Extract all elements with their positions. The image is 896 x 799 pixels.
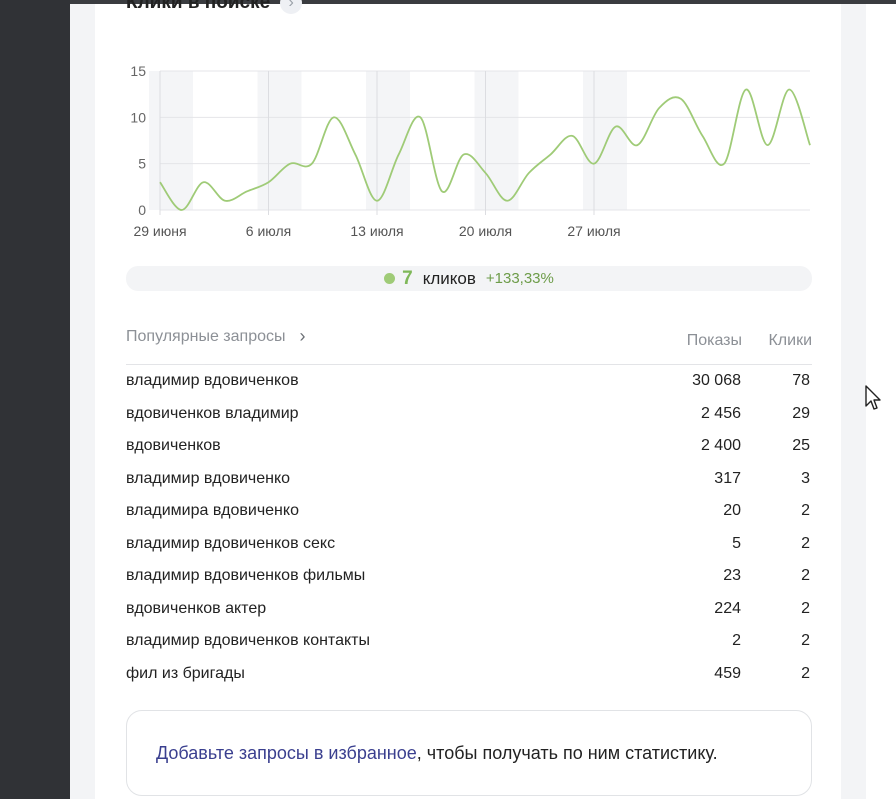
query-text: вдовиченков владимир (126, 404, 299, 422)
query-shows: 20 (723, 502, 741, 519)
query-text: владимир вдовиченко (126, 469, 291, 487)
table-row[interactable]: владимир вдовиченко 317 3 (126, 463, 812, 496)
query-shows: 317 (714, 469, 741, 487)
query-clicks: 2 (801, 664, 810, 682)
mouse-cursor-icon (865, 385, 881, 410)
table-row[interactable]: владимир вдовиченков контакты 2 2 (126, 625, 812, 658)
query-clicks: 3 (801, 469, 810, 487)
query-text: вдовиченков актер (126, 599, 267, 617)
weekend-band (257, 71, 302, 210)
query-shows: 30 068 (692, 372, 741, 389)
query-clicks: 2 (801, 502, 810, 519)
table-row[interactable]: владимир вдовиченков фильмы 23 2 (126, 560, 812, 593)
legend-dot-icon (384, 273, 396, 284)
query-shows: 2 400 (700, 437, 741, 454)
summary-unit: кликов (422, 268, 476, 288)
query-clicks: 2 (801, 567, 810, 584)
query-clicks: 2 (801, 599, 810, 617)
weekend-band (149, 71, 193, 210)
query-list: владимир вдовиченков 30 068 78 вдовиченк… (126, 365, 812, 690)
promo-rest-text: , чтобы получать по ним статистику. (416, 742, 718, 763)
query-shows: 459 (714, 664, 741, 682)
y-tick-label: 0 (138, 202, 146, 218)
query-shows: 224 (714, 599, 741, 617)
add-favorites-link[interactable]: Добавьте запросы в избранное (156, 743, 417, 763)
summary-bar: 7 кликов +133,33% (126, 266, 812, 291)
x-tick-label: 27 июля (567, 223, 620, 239)
query-text: владимир вдовиченков фильмы (126, 567, 366, 584)
chevron-right-icon[interactable]: › (280, 0, 303, 14)
query-clicks: 25 (792, 437, 810, 454)
table-row[interactable]: владимира вдовиченко 20 2 (126, 495, 812, 528)
promo-text: Добавьте запросы в избранное, чтобы полу… (156, 743, 718, 764)
query-clicks: 29 (792, 404, 810, 422)
y-tick-label: 15 (130, 63, 146, 79)
query-text: владимир вдовиченков контакты (126, 632, 370, 649)
query-shows: 5 (732, 534, 741, 552)
query-clicks: 2 (801, 632, 810, 649)
column-header-clicks[interactable]: Клики (768, 332, 812, 350)
table-row[interactable]: владимир вдовиченков секс 5 2 (126, 528, 812, 561)
table-row[interactable]: вдовиченков 2 400 25 (126, 430, 812, 463)
popular-queries-label: Популярные запросы (126, 327, 286, 345)
section-title: Клики в поиске (126, 0, 271, 13)
weekend-band (366, 71, 410, 210)
x-tick-label: 6 июля (246, 223, 291, 239)
summary-value: 7 (402, 267, 413, 289)
x-tick-label: 20 июля (459, 223, 512, 239)
section-header[interactable]: Клики в поиске › (126, 0, 303, 18)
y-tick-label: 10 (130, 109, 146, 125)
popular-queries-link[interactable]: Популярные запросы › (126, 326, 305, 347)
clicks-chart: 0 5 10 15 29 июня 6 июля 13 июля 20 июля 27 июл… (130, 63, 811, 239)
x-tick-label: 13 июля (350, 223, 403, 239)
query-text: фил из бригады (126, 664, 245, 682)
query-text: владимир вдовиченков (126, 372, 299, 389)
query-clicks: 2 (801, 534, 810, 552)
x-tick-label: 29 июня (133, 223, 186, 239)
query-clicks: 78 (792, 372, 810, 389)
favorites-promo: Добавьте запросы в избранное, чтобы полу… (126, 710, 812, 796)
table-row[interactable]: вдовиченков актер 224 2 (126, 593, 812, 626)
summary-change: +133,33% (485, 270, 554, 287)
query-text: владимира вдовиченко (126, 502, 299, 519)
query-shows: 23 (723, 567, 741, 584)
weekend-band (583, 71, 627, 210)
y-tick-label: 5 (138, 156, 146, 172)
column-header-shows[interactable]: Показы (687, 332, 742, 350)
chevron-right-icon: › (299, 326, 306, 346)
table-row[interactable]: владимир вдовиченков 30 068 78 (126, 365, 812, 398)
left-dark-panel (0, 0, 70, 799)
queries-header: Популярные запросы › Показы Клики (126, 326, 812, 356)
table-row[interactable]: вдовиченков владимир 2 456 29 (126, 398, 812, 431)
query-shows: 2 (732, 632, 741, 649)
query-text: вдовиченков (126, 437, 221, 454)
query-shows: 2 456 (700, 404, 741, 422)
query-text: владимир вдовиченков секс (126, 534, 336, 552)
table-row[interactable]: фил из бригады 459 2 (126, 658, 812, 691)
